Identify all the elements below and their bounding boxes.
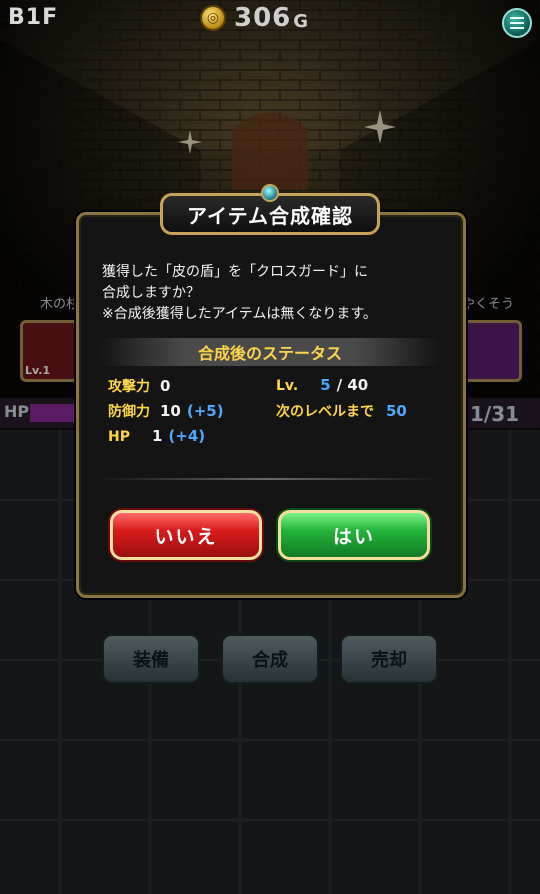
level-current: 5 [320,376,331,394]
next-level-value: 50 [386,402,407,420]
gold-unit: G [293,10,309,32]
gold-amount: 306 [234,3,292,33]
dialog-title: アイテム合成確認 [187,203,353,228]
coin-icon: ◎ [200,5,226,31]
attack-value: 0 [160,377,171,395]
message-line-1: 獲得した「皮の盾」を「クロスガード」に [102,264,368,280]
stat-next-level: 次のレベルまで 50 [276,401,407,421]
stat-attack: 攻撃力 0 [108,376,170,396]
floor-indicator: B1F [8,5,59,30]
status-header: 合成後のステータス [100,338,440,366]
top-hud: B1F ◎ 306 G [0,0,540,38]
status-divider [100,478,440,480]
stat-defense: 防御力 10 (+5) [108,401,224,421]
message-line-3: ※合成後獲得したアイテムは無くなります。 [102,306,377,322]
stat-hp: HP 1 (+4) [108,427,205,445]
defense-label: 防御力 [108,404,150,420]
hp-stat-label: HP [108,429,130,445]
attack-label: 攻撃力 [108,379,150,395]
hp-stat-value: 1 [151,427,163,445]
menu-icon[interactable] [502,8,532,38]
dialog-message: 獲得した「皮の盾」を「クロスガード」に 合成しますか？ ※合成後獲得したアイテム… [102,262,442,325]
gold-display: ◎ 306 G [200,3,308,33]
message-line-2: 合成しますか？ [102,285,200,301]
stat-level: Lv. 5 / 40 [276,376,368,394]
gem-ornament-icon [261,184,279,202]
hp-stat-bonus: (+4) [168,427,206,445]
defense-bonus: (+5) [186,402,224,420]
next-level-label: 次のレベルまで [276,404,374,420]
level-max: / 40 [336,376,369,394]
no-button[interactable]: いいえ [110,510,262,560]
defense-value: 10 [160,402,181,420]
yes-button[interactable]: はい [278,510,430,560]
level-label: Lv. [276,378,299,394]
status-header-label: 合成後のステータス [197,344,342,363]
